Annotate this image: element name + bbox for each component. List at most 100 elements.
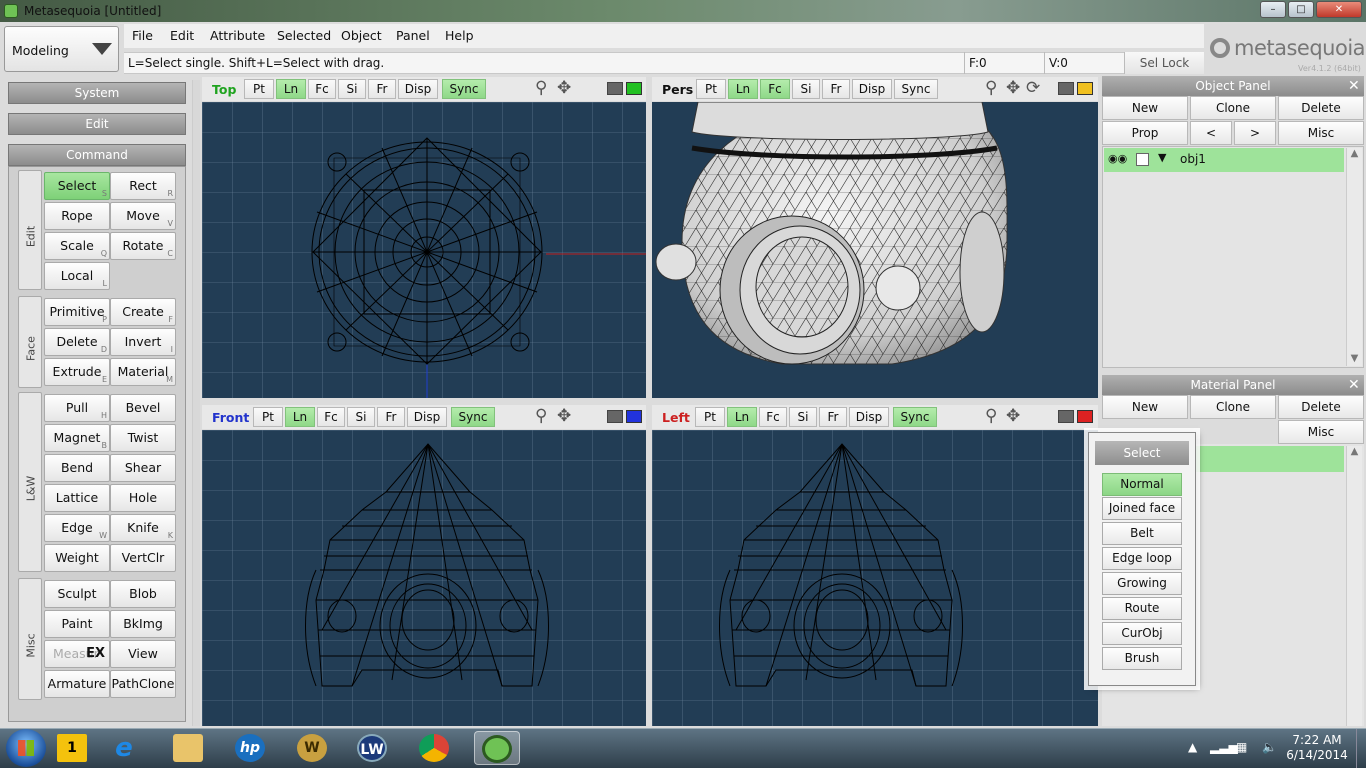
select-joined-face-option[interactable]: Joined face (1102, 497, 1182, 520)
pers-si-button[interactable]: Si (792, 79, 820, 99)
close-icon[interactable]: ✕ (1348, 376, 1360, 394)
menu-object[interactable]: Object (341, 28, 382, 43)
weight-button[interactable]: Weight (44, 544, 110, 572)
left-sync-button[interactable]: Sync (893, 407, 937, 427)
paint-button[interactable]: Paint (44, 610, 110, 638)
sel-lock-button[interactable]: Sel Lock (1124, 52, 1204, 74)
local-button[interactable]: Local L (44, 262, 110, 290)
select-belt-option[interactable]: Belt (1102, 522, 1182, 545)
menu-attribute[interactable]: Attribute (210, 28, 265, 43)
mode-dropdown[interactable]: Modeling (4, 26, 119, 72)
select-curobj-option[interactable]: CurObj (1102, 622, 1182, 645)
left-disp-button[interactable]: Disp (849, 407, 889, 427)
rotate-button[interactable]: Rotate C (110, 232, 176, 260)
taskbar-app-1[interactable]: 1 (50, 731, 96, 765)
pers-pt-button[interactable]: Pt (696, 79, 726, 99)
monitor-icon[interactable] (1058, 410, 1074, 423)
edge-button[interactable]: Edge W (44, 514, 110, 542)
hole-button[interactable]: Hole (110, 484, 176, 512)
scale-button[interactable]: Scale Q (44, 232, 110, 260)
front-fc-button[interactable]: Fc (317, 407, 345, 427)
select-normal-option[interactable]: Normal (1102, 473, 1182, 496)
front-sync-button[interactable]: Sync (451, 407, 495, 427)
menu-edit[interactable]: Edit (170, 28, 194, 43)
minimize-button[interactable]: – (1260, 1, 1286, 18)
menu-panel[interactable]: Panel (396, 28, 430, 43)
object-list-scrollbar[interactable]: ▲ ▼ (1346, 148, 1362, 366)
top-fr-button[interactable]: Fr (368, 79, 396, 99)
object-prev-button[interactable]: < (1190, 121, 1232, 145)
zoom-icon[interactable]: ⚲ (535, 79, 547, 97)
top-disp-button[interactable]: Disp (398, 79, 438, 99)
front-ln-button[interactable]: Ln (285, 407, 315, 427)
object-next-button[interactable]: > (1234, 121, 1276, 145)
view-button[interactable]: View (110, 640, 176, 668)
top-viewport[interactable] (202, 102, 646, 398)
pan-icon[interactable]: ✥ (557, 407, 571, 425)
material-list-scrollbar[interactable]: ▲ (1346, 446, 1362, 726)
select-edge-loop-option[interactable]: Edge loop (1102, 547, 1182, 570)
expand-triangle-icon[interactable]: ▼ (1158, 151, 1166, 164)
start-button[interactable] (6, 729, 46, 767)
sculpt-button[interactable]: Sculpt (44, 580, 110, 608)
left-viewport[interactable] (652, 430, 1098, 726)
lock-checkbox[interactable] (1136, 153, 1149, 166)
object-clone-button[interactable]: Clone (1190, 96, 1276, 120)
monitor-icon[interactable] (607, 410, 623, 423)
left-ln-button[interactable]: Ln (727, 407, 757, 427)
pers-view-color-icon[interactable] (1077, 82, 1093, 95)
object-row[interactable]: ◉◉ ▼ obj1 (1104, 148, 1344, 172)
left-view-color-icon[interactable] (1077, 410, 1093, 423)
clock[interactable]: 7:22 AM 6/14/2014 (1282, 733, 1352, 763)
material-clone-button[interactable]: Clone (1190, 395, 1276, 419)
taskbar-hp[interactable]: hp (228, 731, 274, 765)
twist-button[interactable]: Twist (110, 424, 176, 452)
create-button[interactable]: Create F (110, 298, 176, 326)
left-scrollbar[interactable] (192, 80, 200, 726)
taskbar-metasequoia[interactable] (474, 731, 520, 765)
invert-button[interactable]: Invert I (110, 328, 176, 356)
top-view-color-icon[interactable] (626, 82, 642, 95)
close-icon[interactable]: ✕ (1348, 77, 1360, 95)
close-button[interactable]: ✕ (1316, 1, 1362, 18)
monitor-icon[interactable] (607, 82, 623, 95)
select-route-option[interactable]: Route (1102, 597, 1182, 620)
select-button[interactable]: Select S (44, 172, 110, 200)
scroll-up-icon[interactable]: ▲ (1347, 446, 1362, 457)
scroll-up-icon[interactable]: ▲ (1347, 148, 1362, 159)
delete-face-button[interactable]: Delete D (44, 328, 110, 356)
maximize-button[interactable]: □ (1288, 1, 1314, 18)
material-new-button[interactable]: New (1102, 395, 1188, 419)
front-view-color-icon[interactable] (626, 410, 642, 423)
left-si-button[interactable]: Si (789, 407, 817, 427)
zoom-icon[interactable]: ⚲ (985, 407, 997, 425)
show-hidden-icons-icon[interactable]: ▲ (1188, 740, 1197, 754)
pers-fr-button[interactable]: Fr (822, 79, 850, 99)
vertclr-button[interactable]: VertClr (110, 544, 176, 572)
blob-button[interactable]: Blob (110, 580, 176, 608)
volume-icon[interactable]: 🔈 (1262, 740, 1277, 754)
object-misc-button[interactable]: Misc (1278, 121, 1364, 145)
pan-icon[interactable]: ✥ (557, 79, 571, 97)
pathclone-button[interactable]: PathClone (110, 670, 176, 698)
menu-selected[interactable]: Selected (277, 28, 331, 43)
knife-button[interactable]: Knife K (110, 514, 176, 542)
rotate-view-icon[interactable]: ⟳ (1026, 79, 1040, 97)
material-button[interactable]: Material M (110, 358, 176, 386)
network-icon[interactable]: ▦ (1236, 740, 1247, 754)
front-disp-button[interactable]: Disp (407, 407, 447, 427)
pers-fc-button[interactable]: Fc (760, 79, 790, 99)
select-brush-option[interactable]: Brush (1102, 647, 1182, 670)
menu-help[interactable]: Help (445, 28, 474, 43)
left-pt-button[interactable]: Pt (695, 407, 725, 427)
left-fr-button[interactable]: Fr (819, 407, 847, 427)
pers-disp-button[interactable]: Disp (852, 79, 892, 99)
pull-button[interactable]: Pull H (44, 394, 110, 422)
edit-panel-header[interactable]: Edit (8, 113, 186, 135)
bend-button[interactable]: Bend (44, 454, 110, 482)
visibility-eye-icon[interactable]: ◉◉ (1108, 152, 1127, 165)
monitor-icon[interactable] (1058, 82, 1074, 95)
front-si-button[interactable]: Si (347, 407, 375, 427)
primitive-button[interactable]: Primitive P (44, 298, 110, 326)
taskbar-internet-explorer[interactable]: e (102, 731, 148, 765)
